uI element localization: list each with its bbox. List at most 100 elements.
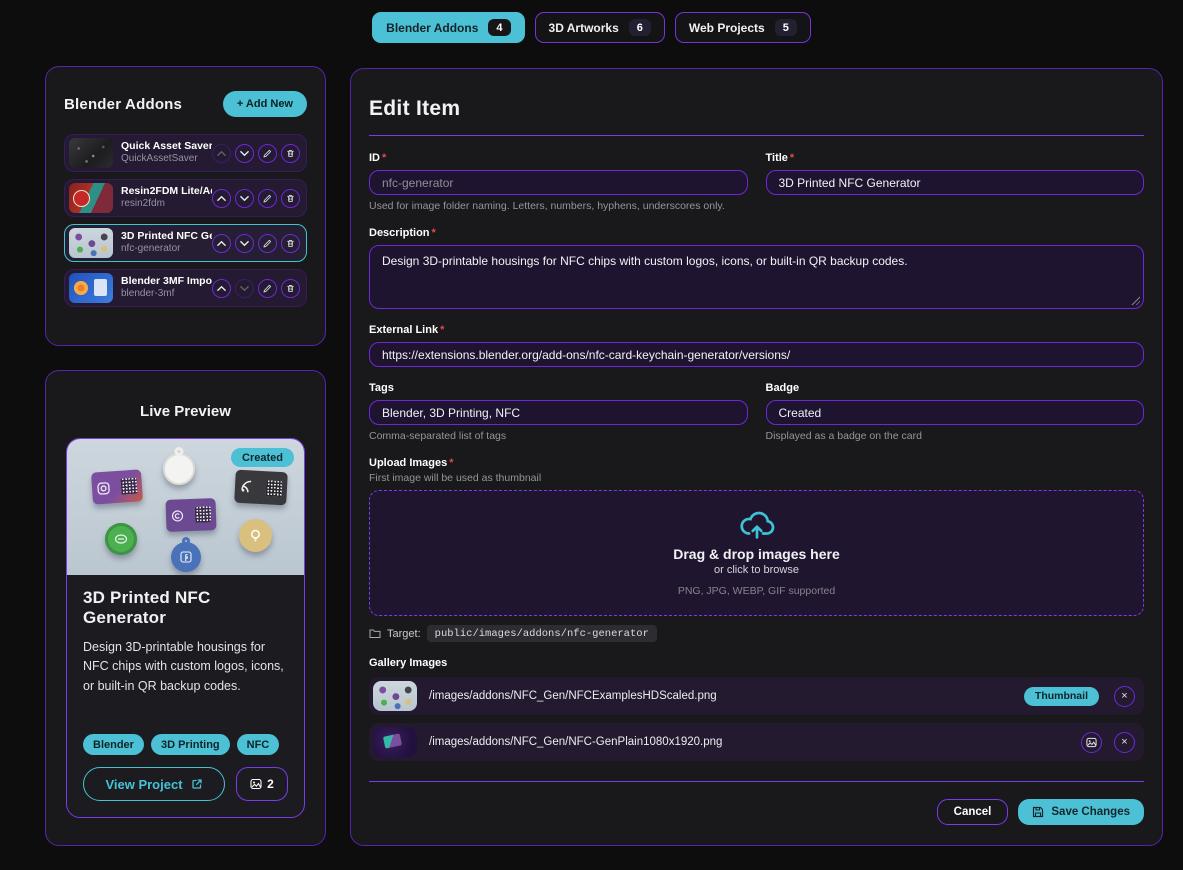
- chevron-down-icon: [240, 285, 249, 291]
- tags-label: Tags: [369, 382, 394, 394]
- gallery-section: Gallery Images /images/addons/NFC_Gen/NF…: [369, 657, 1144, 761]
- external-link-input[interactable]: [369, 342, 1144, 367]
- folder-icon: [369, 629, 381, 638]
- instagram-icon: [97, 481, 110, 495]
- move-up-button[interactable]: [212, 143, 231, 163]
- divider: [369, 781, 1144, 782]
- list-item-quick-asset-saver[interactable]: Quick Asset Saver QuickAssetSaver: [64, 134, 307, 172]
- tab-count-badge: 5: [774, 19, 797, 36]
- delete-button[interactable]: [281, 188, 300, 208]
- addon-thumbnail: [69, 228, 113, 258]
- move-down-button[interactable]: [235, 143, 254, 163]
- trash-icon: [287, 194, 294, 202]
- image-icon: [250, 778, 262, 790]
- required-marker: *: [440, 324, 445, 336]
- delete-button[interactable]: [281, 233, 300, 253]
- dropzone-title: Drag & drop images here: [673, 546, 840, 562]
- image-count-badge[interactable]: 2: [236, 767, 288, 801]
- gallery-label: Gallery Images: [369, 657, 448, 669]
- badge-label: Badge: [765, 382, 800, 394]
- addon-slug: nfc-generator: [121, 243, 181, 255]
- delete-button[interactable]: [281, 278, 300, 298]
- chevron-up-icon: [217, 150, 226, 156]
- addon-slug: QuickAssetSaver: [121, 153, 198, 165]
- edit-button[interactable]: [258, 188, 277, 208]
- cloud-upload-icon: [739, 511, 774, 539]
- trash-icon: [287, 239, 294, 247]
- upload-label: Upload Images *: [369, 457, 454, 469]
- badge-input[interactable]: [765, 400, 1144, 425]
- trash-icon: [287, 284, 294, 292]
- cancel-button[interactable]: Cancel: [936, 799, 1009, 825]
- pencil-icon: [263, 149, 272, 157]
- edit-button[interactable]: [258, 143, 277, 163]
- nfc-tag-logo: [163, 453, 195, 485]
- view-project-button[interactable]: View Project: [83, 767, 225, 801]
- tab-3d-artworks[interactable]: 3D Artworks 6: [534, 12, 665, 43]
- title-input[interactable]: [765, 170, 1144, 195]
- nfc-disc-green: [105, 523, 137, 555]
- delete-button[interactable]: [281, 143, 300, 163]
- collection-tabs: Blender Addons 4 3D Artworks 6 Web Proje…: [0, 12, 1183, 43]
- move-down-button[interactable]: [235, 233, 254, 253]
- tag-pill: 3D Printing: [150, 734, 230, 755]
- remove-image-button[interactable]: ×: [1114, 731, 1135, 753]
- badge-help-text: Displayed as a badge on the card: [765, 430, 922, 442]
- title-field-group: Title *: [765, 152, 1144, 212]
- live-preview-title: Live Preview: [140, 403, 231, 420]
- edit-button[interactable]: [258, 233, 277, 253]
- external-link-label: External Link *: [369, 324, 445, 336]
- list-item-resin2fdm[interactable]: Resin2FDM Lite/Adv... resin2fdm: [64, 179, 307, 217]
- pencil-icon: [263, 239, 272, 247]
- id-field-group: ID* Used for image folder naming. Letter…: [369, 152, 748, 212]
- id-help-text: Used for image folder naming. Letters, n…: [369, 200, 725, 212]
- tab-label: Web Projects: [688, 20, 765, 35]
- tags-input[interactable]: [369, 400, 748, 425]
- remove-image-button[interactable]: ×: [1114, 685, 1135, 707]
- image-dropzone[interactable]: Drag & drop images here or click to brow…: [369, 490, 1144, 616]
- set-thumbnail-button[interactable]: [1081, 731, 1102, 753]
- move-up-button[interactable]: [212, 278, 231, 298]
- edit-button[interactable]: [258, 278, 277, 298]
- nfc-tag-facebook: [171, 542, 201, 572]
- nfc-disc-lightbulb: [239, 519, 272, 552]
- required-marker: *: [449, 457, 454, 469]
- addon-title: 3D Printed NFC Gene...: [121, 230, 212, 243]
- upload-help-text: First image will be used as thumbnail: [369, 472, 542, 484]
- move-down-button[interactable]: [235, 278, 254, 298]
- tab-count-badge: 6: [628, 19, 651, 36]
- move-up-button[interactable]: [212, 188, 231, 208]
- id-input[interactable]: [369, 170, 748, 195]
- thumbnail-badge: Thumbnail: [1023, 686, 1099, 706]
- tab-web-projects[interactable]: Web Projects 5: [674, 12, 811, 43]
- move-up-button[interactable]: [212, 233, 231, 253]
- move-down-button[interactable]: [235, 188, 254, 208]
- rss-icon: [241, 480, 252, 493]
- list-item-blender-3mf[interactable]: Blender 3MF Import/... blender-3mf: [64, 269, 307, 307]
- list-item-nfc-generator[interactable]: 3D Printed NFC Gene... nfc-generator: [64, 224, 307, 262]
- chevron-down-icon: [240, 195, 249, 201]
- target-path: public/images/addons/nfc-generator: [426, 625, 657, 642]
- nfc-card-copyright: [165, 498, 217, 532]
- divider: [369, 135, 1144, 136]
- external-link-icon: [191, 779, 202, 789]
- preview-card: Created 3D Printed NFC Generator Design …: [66, 438, 305, 818]
- save-changes-button[interactable]: Save Changes: [1018, 799, 1144, 825]
- add-new-button[interactable]: + Add New: [222, 91, 307, 117]
- tags-help-text: Comma-separated list of tags: [369, 430, 507, 442]
- nfc-card-instagram: [90, 469, 144, 505]
- addon-title: Blender 3MF Import/...: [121, 275, 212, 288]
- pencil-icon: [263, 194, 272, 202]
- nfc-tag-ring: [182, 537, 190, 545]
- preview-card-description: Design 3D-printable housings for NFC chi…: [83, 640, 284, 693]
- required-marker: *: [789, 152, 795, 164]
- tab-blender-addons[interactable]: Blender Addons 4: [372, 12, 525, 43]
- required-marker: *: [382, 152, 387, 164]
- gallery-row: /images/addons/NFC_Gen/NFC-GenPlain1080x…: [369, 723, 1144, 761]
- description-textarea[interactable]: Design 3D-printable housings for NFC chi…: [369, 245, 1144, 309]
- save-label: Save Changes: [1051, 806, 1130, 818]
- tab-label: Blender Addons: [386, 20, 479, 35]
- copyright-icon: [171, 509, 184, 522]
- addon-list-panel: Blender Addons + Add New Quick Asset Sav…: [45, 66, 326, 346]
- live-preview-panel: Live Preview Created 3D Printed NFC Gene…: [45, 370, 326, 846]
